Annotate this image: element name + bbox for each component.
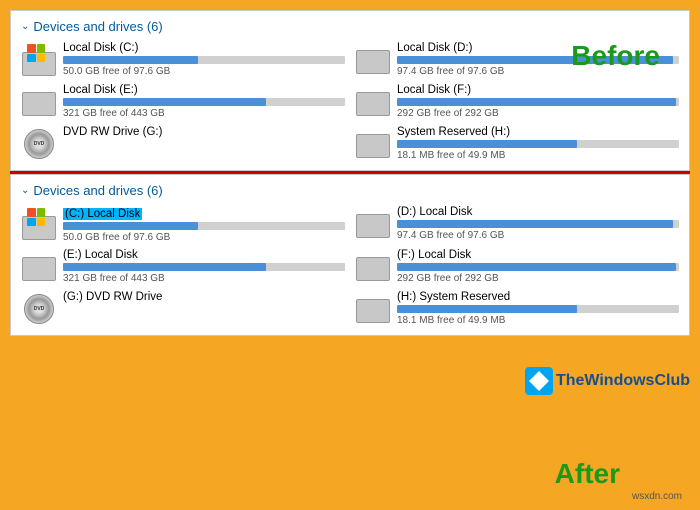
before-drive-g-info: DVD RW Drive (G:) xyxy=(63,126,345,140)
after-drive-c-free: 50.0 GB free of 97.6 GB xyxy=(63,232,345,243)
after-drive-e-bar xyxy=(63,263,266,271)
after-drive-c-bar-bg xyxy=(63,222,345,230)
after-drive-e-info: (E:) Local Disk 321 GB free of 443 GB xyxy=(63,249,345,284)
after-drive-d-bar-bg xyxy=(397,220,679,228)
after-drive-f: (F:) Local Disk 292 GB free of 292 GB xyxy=(355,249,679,285)
before-drive-e-free: 321 GB free of 443 GB xyxy=(63,108,345,119)
after-drive-f-name: (F:) Local Disk xyxy=(397,249,679,261)
before-label: Before xyxy=(571,40,660,72)
dvd-disc-icon xyxy=(24,129,54,159)
after-drive-c: (C:) Local Disk 50.0 GB free of 97.6 GB xyxy=(21,206,345,243)
after-section-title: Devices and drives (6) xyxy=(33,183,162,198)
after-drive-c-name: (C:) Local Disk xyxy=(63,208,142,220)
after-drive-h-free: 18.1 MB free of 49.9 MB xyxy=(397,315,679,326)
after-drive-c-info: (C:) Local Disk 50.0 GB free of 97.6 GB xyxy=(63,206,345,243)
after-drive-c-icon xyxy=(21,206,57,242)
after-drive-d-name: (D:) Local Disk xyxy=(397,206,679,218)
before-drive-f-icon xyxy=(355,84,391,120)
watermark-logo-icon xyxy=(525,367,553,395)
before-drive-f-bar xyxy=(397,98,676,106)
after-drive-f-info: (F:) Local Disk 292 GB free of 292 GB xyxy=(397,249,679,284)
before-drive-c-icon xyxy=(21,42,57,78)
before-drive-e-info: Local Disk (E:) 321 GB free of 443 GB xyxy=(63,84,345,119)
before-drive-h-info: System Reserved (H:) 18.1 MB free of 49.… xyxy=(397,126,679,161)
after-drive-h-name: (H:) System Reserved xyxy=(397,291,679,303)
before-drive-h-icon xyxy=(355,126,391,162)
before-drive-g-name: DVD RW Drive (G:) xyxy=(63,126,345,138)
before-drive-c-bar xyxy=(63,56,198,64)
before-drive-d-icon xyxy=(355,42,391,78)
before-drive-c-bar-bg xyxy=(63,56,345,64)
after-drive-h-icon xyxy=(355,291,391,327)
before-drive-e-bar xyxy=(63,98,266,106)
before-drive-f: Local Disk (F:) 292 GB free of 292 GB xyxy=(355,84,679,120)
before-drive-c-info: Local Disk (C:) 50.0 GB free of 97.6 GB xyxy=(63,42,345,77)
after-drive-c-bar xyxy=(63,222,198,230)
after-drive-e-icon xyxy=(21,249,57,285)
after-section-header: ⌄ Devices and drives (6) xyxy=(21,183,679,198)
after-drive-g-info: (G:) DVD RW Drive xyxy=(63,291,345,305)
after-panel: ⌄ Devices and drives (6) xyxy=(10,174,690,336)
before-drive-h-bar xyxy=(397,140,577,148)
after-drive-h-bar xyxy=(397,305,577,313)
after-drive-d: (D:) Local Disk 97.4 GB free of 97.6 GB xyxy=(355,206,679,243)
after-drive-h: (H:) System Reserved 18.1 MB free of 49.… xyxy=(355,291,679,327)
after-drive-e: (E:) Local Disk 321 GB free of 443 GB xyxy=(21,249,345,285)
after-drive-f-icon xyxy=(355,249,391,285)
after-drive-h-info: (H:) System Reserved 18.1 MB free of 49.… xyxy=(397,291,679,326)
after-drive-d-bar xyxy=(397,220,673,228)
after-dvd-disc-icon xyxy=(24,294,54,324)
after-drive-d-info: (D:) Local Disk 97.4 GB free of 97.6 GB xyxy=(397,206,679,241)
before-drive-f-free: 292 GB free of 292 GB xyxy=(397,108,679,119)
before-drive-f-bar-bg xyxy=(397,98,679,106)
after-drive-d-free: 97.4 GB free of 97.6 GB xyxy=(397,230,679,241)
before-drive-g: DVD RW Drive (G:) xyxy=(21,126,345,162)
after-label: After xyxy=(555,458,620,490)
after-drive-h-bar-bg xyxy=(397,305,679,313)
main-container: ⌄ Devices and drives (6) xyxy=(0,10,700,510)
watermark-url: wsxdn.com xyxy=(632,491,682,502)
before-drive-h-free: 18.1 MB free of 49.9 MB xyxy=(397,150,679,161)
after-drive-f-free: 292 GB free of 292 GB xyxy=(397,273,679,284)
chevron-icon: ⌄ xyxy=(21,21,29,32)
after-drive-g-icon xyxy=(21,291,57,327)
after-drive-e-free: 321 GB free of 443 GB xyxy=(63,273,345,284)
after-drive-f-bar xyxy=(397,263,676,271)
before-drive-e-name: Local Disk (E:) xyxy=(63,84,345,96)
after-drive-f-bar-bg xyxy=(397,263,679,271)
before-section-header: ⌄ Devices and drives (6) xyxy=(21,19,679,34)
before-panel: ⌄ Devices and drives (6) xyxy=(10,10,690,171)
after-drive-g-name: (G:) DVD RW Drive xyxy=(63,291,345,303)
before-drive-c-name: Local Disk (C:) xyxy=(63,42,345,54)
after-drive-e-name: (E:) Local Disk xyxy=(63,249,345,261)
after-drive-e-bar-bg xyxy=(63,263,345,271)
after-chevron-icon: ⌄ xyxy=(21,185,29,196)
watermark-text: TheWindowsClub xyxy=(556,372,690,390)
after-drive-g: (G:) DVD RW Drive xyxy=(21,291,345,327)
before-drive-f-name: Local Disk (F:) xyxy=(397,84,679,96)
before-drive-c: Local Disk (C:) 50.0 GB free of 97.6 GB xyxy=(21,42,345,78)
after-drives-grid: (C:) Local Disk 50.0 GB free of 97.6 GB … xyxy=(21,206,679,327)
before-drive-c-free: 50.0 GB free of 97.6 GB xyxy=(63,66,345,77)
before-drive-e-bar-bg xyxy=(63,98,345,106)
before-drive-h-bar-bg xyxy=(397,140,679,148)
before-drive-e-icon xyxy=(21,84,57,120)
watermark: TheWindowsClub xyxy=(525,367,690,395)
before-drive-e: Local Disk (E:) 321 GB free of 443 GB xyxy=(21,84,345,120)
after-drive-d-icon xyxy=(355,206,391,242)
before-drive-h: System Reserved (H:) 18.1 MB free of 49.… xyxy=(355,126,679,162)
before-drive-f-info: Local Disk (F:) 292 GB free of 292 GB xyxy=(397,84,679,119)
before-drive-h-name: System Reserved (H:) xyxy=(397,126,679,138)
before-section-title: Devices and drives (6) xyxy=(33,19,162,34)
before-drive-g-icon xyxy=(21,126,57,162)
